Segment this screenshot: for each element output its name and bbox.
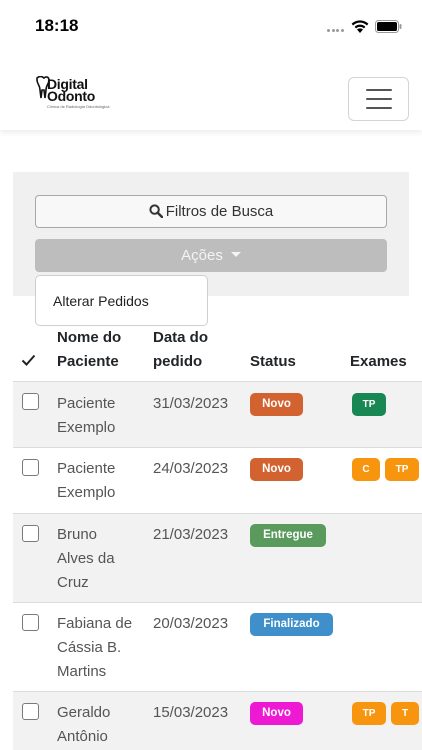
header-status[interactable]: Status <box>250 350 296 374</box>
status-badge: Novo <box>250 702 303 725</box>
table-row[interactable]: Fabiana de Cássia B. Martins 20/03/2023 Fi… <box>13 603 422 692</box>
actions-label: Ações <box>181 247 223 264</box>
hamburger-icon <box>366 107 392 109</box>
status-bar: 18:18 <box>0 0 422 52</box>
exam-badge: TP <box>385 458 419 481</box>
order-date: 20/03/2023 <box>153 615 229 632</box>
status-time: 18:18 <box>35 16 79 35</box>
order-date: 24/03/2023 <box>153 460 229 477</box>
patient-name: Bruno Alves da Cruz <box>57 526 115 591</box>
status-badge: Novo <box>250 393 303 416</box>
table-row[interactable]: Paciente Exemplo 31/03/2023 Novo TP <box>13 382 422 448</box>
header-patient-name[interactable]: Nome do Paciente <box>57 326 121 374</box>
select-all-check-icon[interactable] <box>21 354 36 366</box>
orders-table: Nome do Paciente Data do pedido Status E… <box>13 296 422 750</box>
exam-badge: C <box>352 458 380 481</box>
order-date: 15/03/2023 <box>153 704 229 721</box>
row-checkbox[interactable] <box>22 393 39 410</box>
exam-badge: T <box>391 702 419 725</box>
row-checkbox[interactable] <box>22 525 39 542</box>
exam-badge: TP <box>352 393 386 416</box>
status-badge: Novo <box>250 458 303 481</box>
search-icon <box>149 204 163 219</box>
header-order-date[interactable]: Data do pedido <box>153 326 208 374</box>
actions-dropdown-menu: Alterar Pedidos <box>35 275 208 326</box>
header-exams[interactable]: Exames <box>350 350 407 374</box>
status-badge: Finalizado <box>250 613 333 636</box>
search-filters-button[interactable]: Filtros de Busca <box>35 195 387 228</box>
table-row[interactable]: Paciente Exemplo 24/03/2023 Novo C TP <box>13 448 422 514</box>
hamburger-icon <box>366 89 392 91</box>
order-date: 21/03/2023 <box>153 526 229 543</box>
menu-item-alterar-pedidos[interactable]: Alterar Pedidos <box>53 293 149 309</box>
actions-dropdown-button[interactable]: Ações <box>35 239 387 272</box>
wifi-icon <box>351 20 369 33</box>
table-row[interactable]: Geraldo Antônio 15/03/2023 Novo TP T <box>13 692 422 750</box>
navbar-toggle-button[interactable] <box>348 77 409 121</box>
row-checkbox[interactable] <box>22 614 39 631</box>
table-row[interactable]: Bruno Alves da Cruz 21/03/2023 Entregue <box>13 514 422 603</box>
exam-badge: TP <box>352 702 386 725</box>
app-header: Digital Odonto Clínica de Radiologia Odo… <box>0 52 422 130</box>
search-filters-label: Filtros de Busca <box>165 203 274 220</box>
cellular-signal-icon <box>327 29 347 33</box>
patient-name: Fabiana de Cássia B. Martins <box>57 615 133 680</box>
logo-tagline: Clínica de Radiologia Odontológica <box>47 104 110 109</box>
caret-down-icon <box>230 252 241 257</box>
status-badge: Entregue <box>250 524 326 547</box>
hamburger-icon <box>366 98 392 100</box>
logo-text-odonto: Odonto <box>47 88 95 104</box>
order-date: 31/03/2023 <box>153 395 229 412</box>
patient-name: Paciente Exemplo <box>57 460 116 501</box>
row-checkbox[interactable] <box>22 459 39 476</box>
patient-name: Geraldo Antônio <box>57 704 111 745</box>
patient-name: Paciente Exemplo <box>57 395 116 436</box>
battery-icon <box>375 20 402 33</box>
row-checkbox[interactable] <box>22 703 39 720</box>
digital-odonto-logo[interactable]: Digital Odonto Clínica de Radiologia Odo… <box>36 76 110 110</box>
